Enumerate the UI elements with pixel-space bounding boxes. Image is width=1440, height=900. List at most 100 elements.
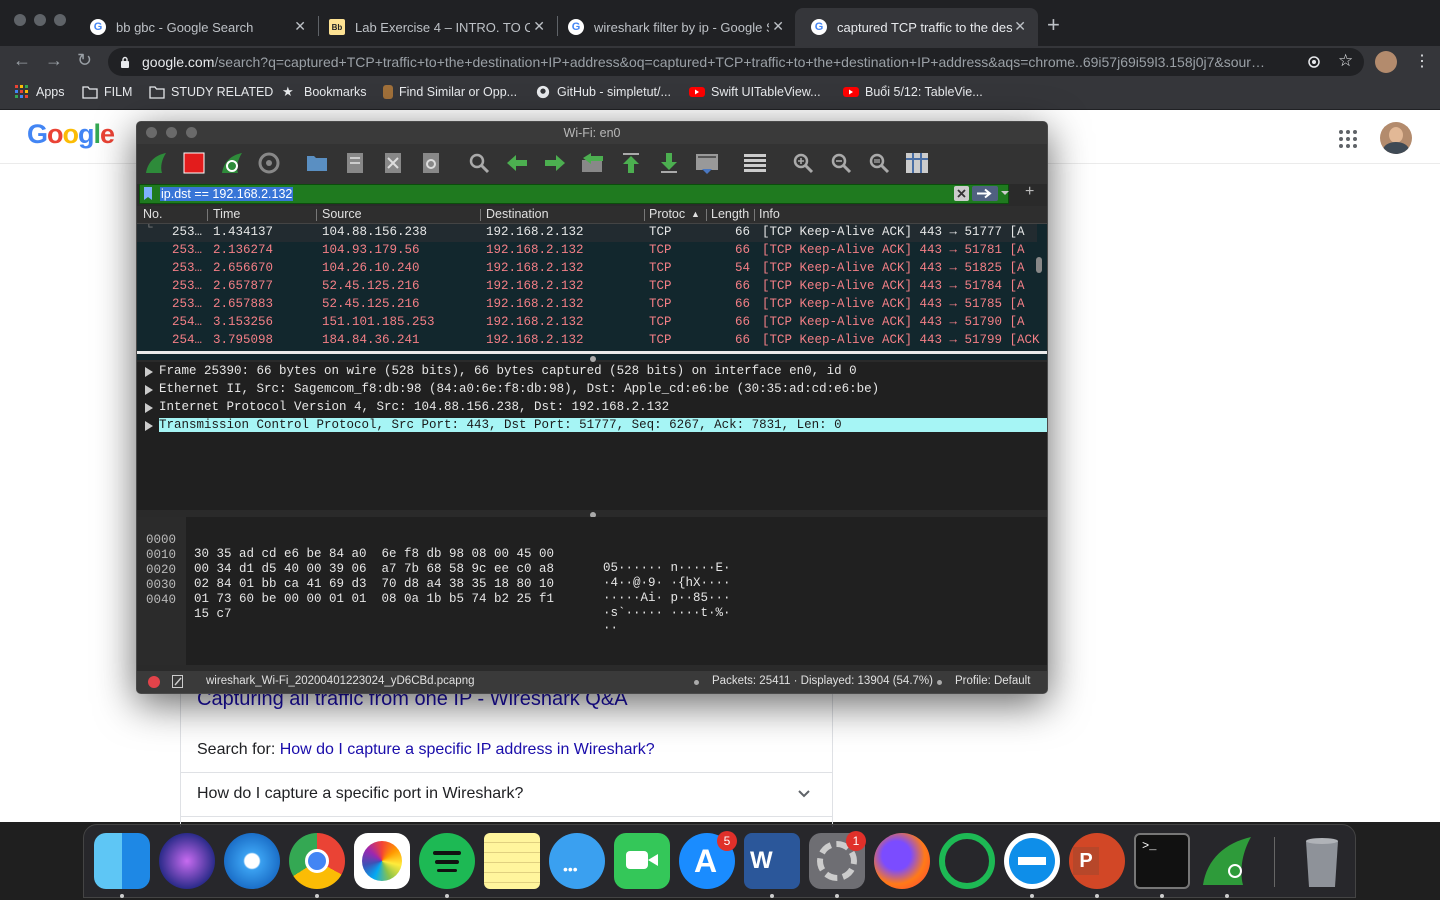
first-packet-icon[interactable] xyxy=(618,150,644,176)
expand-arrow-icon[interactable] xyxy=(145,403,153,413)
chevron-down-icon[interactable] xyxy=(797,787,811,801)
column-length[interactable]: Length xyxy=(711,207,749,221)
chevron-down-icon[interactable] xyxy=(1001,189,1009,197)
find-packet-icon[interactable] xyxy=(466,150,492,176)
forward-arrow-icon[interactable]: → xyxy=(45,50,63,71)
reload-icon[interactable]: ↻ xyxy=(77,50,92,71)
column-divider[interactable] xyxy=(754,209,755,221)
byte-hex[interactable]: 00 34 d1 d5 40 00 39 06 a7 7b 68 58 9c e… xyxy=(194,562,554,576)
packet-row[interactable]: 254… 3.153256 151.101.185.253 192.168.2.… xyxy=(137,314,1037,332)
packet-bytes-pane[interactable]: 0000 30 35 ad cd e6 be 84 a0 6e f8 db 98… xyxy=(137,517,1047,665)
packet-row[interactable]: 253… 2.657877 52.45.125.216 192.168.2.13… xyxy=(137,278,1037,296)
bookmark-swift-uitableview[interactable]: Swift UITableView... xyxy=(689,85,821,99)
restart-capture-icon[interactable] xyxy=(219,150,245,176)
tab-lab-exercise[interactable]: Bb Lab Exercise 4 – INTRO. TO CYB ✕ xyxy=(313,8,557,46)
column-time[interactable]: Time xyxy=(213,207,240,221)
tab-bb-gbc[interactable]: G bb gbc - Google Search ✕ xyxy=(74,8,318,46)
packet-row[interactable]: 253… 2.657883 52.45.125.216 192.168.2.13… xyxy=(137,296,1037,314)
bookmark-film[interactable]: FILM xyxy=(82,85,132,99)
column-divider[interactable] xyxy=(316,209,317,221)
bookmark-star-icon[interactable]: ☆ xyxy=(1338,51,1353,71)
menu-kebab-icon[interactable]: ⋮ xyxy=(1414,51,1430,71)
detail-row-ethernet[interactable]: Ethernet II, Src: Sagemcom_f8:db:98 (84:… xyxy=(137,381,1047,399)
packet-row[interactable]: 253… 2.656670 104.26.10.240 192.168.2.13… xyxy=(137,260,1037,278)
stop-capture-icon[interactable] xyxy=(181,150,207,176)
terminal-icon[interactable]: >_ xyxy=(1134,833,1190,889)
byte-ascii[interactable]: ·4··@·9· ·{hX···· xyxy=(603,576,731,590)
clear-filter-icon[interactable] xyxy=(954,186,969,201)
byte-hex[interactable]: 01 73 60 be 00 00 01 01 08 0a 1b b5 74 b… xyxy=(194,592,554,606)
auto-scroll-icon[interactable] xyxy=(694,150,720,176)
messages-icon[interactable]: ••• xyxy=(549,833,605,889)
detail-row-tcp[interactable]: Transmission Control Protocol, Src Port:… xyxy=(137,417,1047,435)
display-filter-input[interactable]: ip.dst == 192.168.2.132 xyxy=(139,184,1009,204)
expand-arrow-icon[interactable] xyxy=(145,367,153,377)
save-file-icon[interactable] xyxy=(342,150,368,176)
start-capture-icon[interactable] xyxy=(143,150,169,176)
colorize-icon[interactable] xyxy=(742,150,768,176)
profile-avatar[interactable] xyxy=(1375,51,1397,73)
byte-hex[interactable]: 02 84 01 bb ca 41 69 d3 70 d8 a4 38 35 1… xyxy=(194,577,554,591)
bookmark-buoi-5-12[interactable]: Buổi 5/12: TableVie... xyxy=(843,85,983,99)
google-logo[interactable]: Google xyxy=(27,119,115,150)
back-arrow-icon[interactable]: ← xyxy=(13,50,31,71)
column-divider[interactable] xyxy=(706,209,707,221)
status-profile[interactable]: Profile: Default xyxy=(955,675,1030,687)
column-divider[interactable] xyxy=(207,209,208,221)
close-window-button[interactable] xyxy=(14,14,26,26)
bookmark-bookmarks[interactable]: ★ Bookmarks xyxy=(282,85,367,100)
google-apps-icon[interactable] xyxy=(1338,129,1358,149)
wireshark-icon[interactable] xyxy=(1199,833,1255,889)
siri-icon[interactable] xyxy=(159,833,215,889)
trash-icon[interactable] xyxy=(1294,833,1350,889)
bookmark-find-similar[interactable]: Find Similar or Opp... xyxy=(383,85,517,99)
resize-columns-icon[interactable] xyxy=(904,150,930,176)
close-file-icon[interactable] xyxy=(380,150,406,176)
avatar[interactable] xyxy=(1380,122,1412,154)
close-icon[interactable]: ✕ xyxy=(533,18,545,35)
byte-ascii[interactable]: ·· xyxy=(603,621,618,635)
expand-arrow-icon[interactable] xyxy=(145,385,153,395)
address-bar[interactable]: google.com/search?q=captured+TCP+traffic… xyxy=(108,48,1364,76)
safari-icon[interactable] xyxy=(224,833,280,889)
bookmark-apps[interactable]: Apps xyxy=(14,85,65,99)
detail-row-frame[interactable]: Frame 25390: 66 bytes on wire (528 bits)… xyxy=(137,363,1047,381)
bookmark-study-related[interactable]: STUDY RELATED xyxy=(149,85,273,99)
close-icon[interactable]: ✕ xyxy=(1014,18,1026,35)
firefox-icon[interactable] xyxy=(874,833,930,889)
close-icon[interactable]: ✕ xyxy=(772,18,784,35)
zoom-in-icon[interactable] xyxy=(790,150,816,176)
go-back-icon[interactable] xyxy=(504,150,530,176)
packet-row[interactable]: └ 253… 1.434137 104.88.156.238 192.168.2… xyxy=(137,224,1037,242)
chrome-icon[interactable] xyxy=(289,833,345,889)
column-info[interactable]: Info xyxy=(759,207,780,221)
new-tab-button[interactable]: + xyxy=(1047,12,1060,38)
byte-hex[interactable]: 15 c7 xyxy=(194,607,232,621)
minimize-window-button[interactable] xyxy=(34,14,46,26)
capture-options-icon[interactable] xyxy=(256,150,282,176)
normal-size-icon[interactable] xyxy=(866,150,892,176)
close-window-button[interactable] xyxy=(146,127,157,138)
zoom-window-button[interactable] xyxy=(54,14,66,26)
expand-arrow-icon[interactable] xyxy=(145,421,153,431)
filter-bookmark-icon[interactable] xyxy=(143,187,153,200)
apply-filter-button[interactable] xyxy=(972,186,998,201)
zoom-out-icon[interactable] xyxy=(828,150,854,176)
bookmark-github[interactable]: GitHub - simpletut/... xyxy=(535,85,671,99)
location-icon[interactable] xyxy=(1306,54,1322,70)
search-for-link[interactable]: How do I capture a specific IP address i… xyxy=(280,741,655,758)
packet-list-scrollbar[interactable] xyxy=(1036,257,1042,273)
byte-ascii[interactable]: 05······ n·····E· xyxy=(603,561,731,575)
tab-captured-tcp[interactable]: G captured TCP traffic to the destin ✕ xyxy=(795,8,1038,46)
notes-icon[interactable] xyxy=(484,833,540,889)
facetime-icon[interactable] xyxy=(614,833,670,889)
close-icon[interactable]: ✕ xyxy=(294,18,306,35)
spotify-icon[interactable] xyxy=(419,833,475,889)
packet-row[interactable]: 254… 3.795098 184.84.36.241 192.168.2.13… xyxy=(137,332,1040,350)
column-no[interactable]: No. xyxy=(143,207,162,221)
powerpoint-icon[interactable]: P xyxy=(1069,833,1125,889)
byte-ascii[interactable]: ·s`····· ····t·%· xyxy=(603,606,731,620)
column-divider[interactable] xyxy=(480,209,481,221)
column-destination[interactable]: Destination xyxy=(486,207,549,221)
go-to-packet-icon[interactable] xyxy=(580,150,606,176)
